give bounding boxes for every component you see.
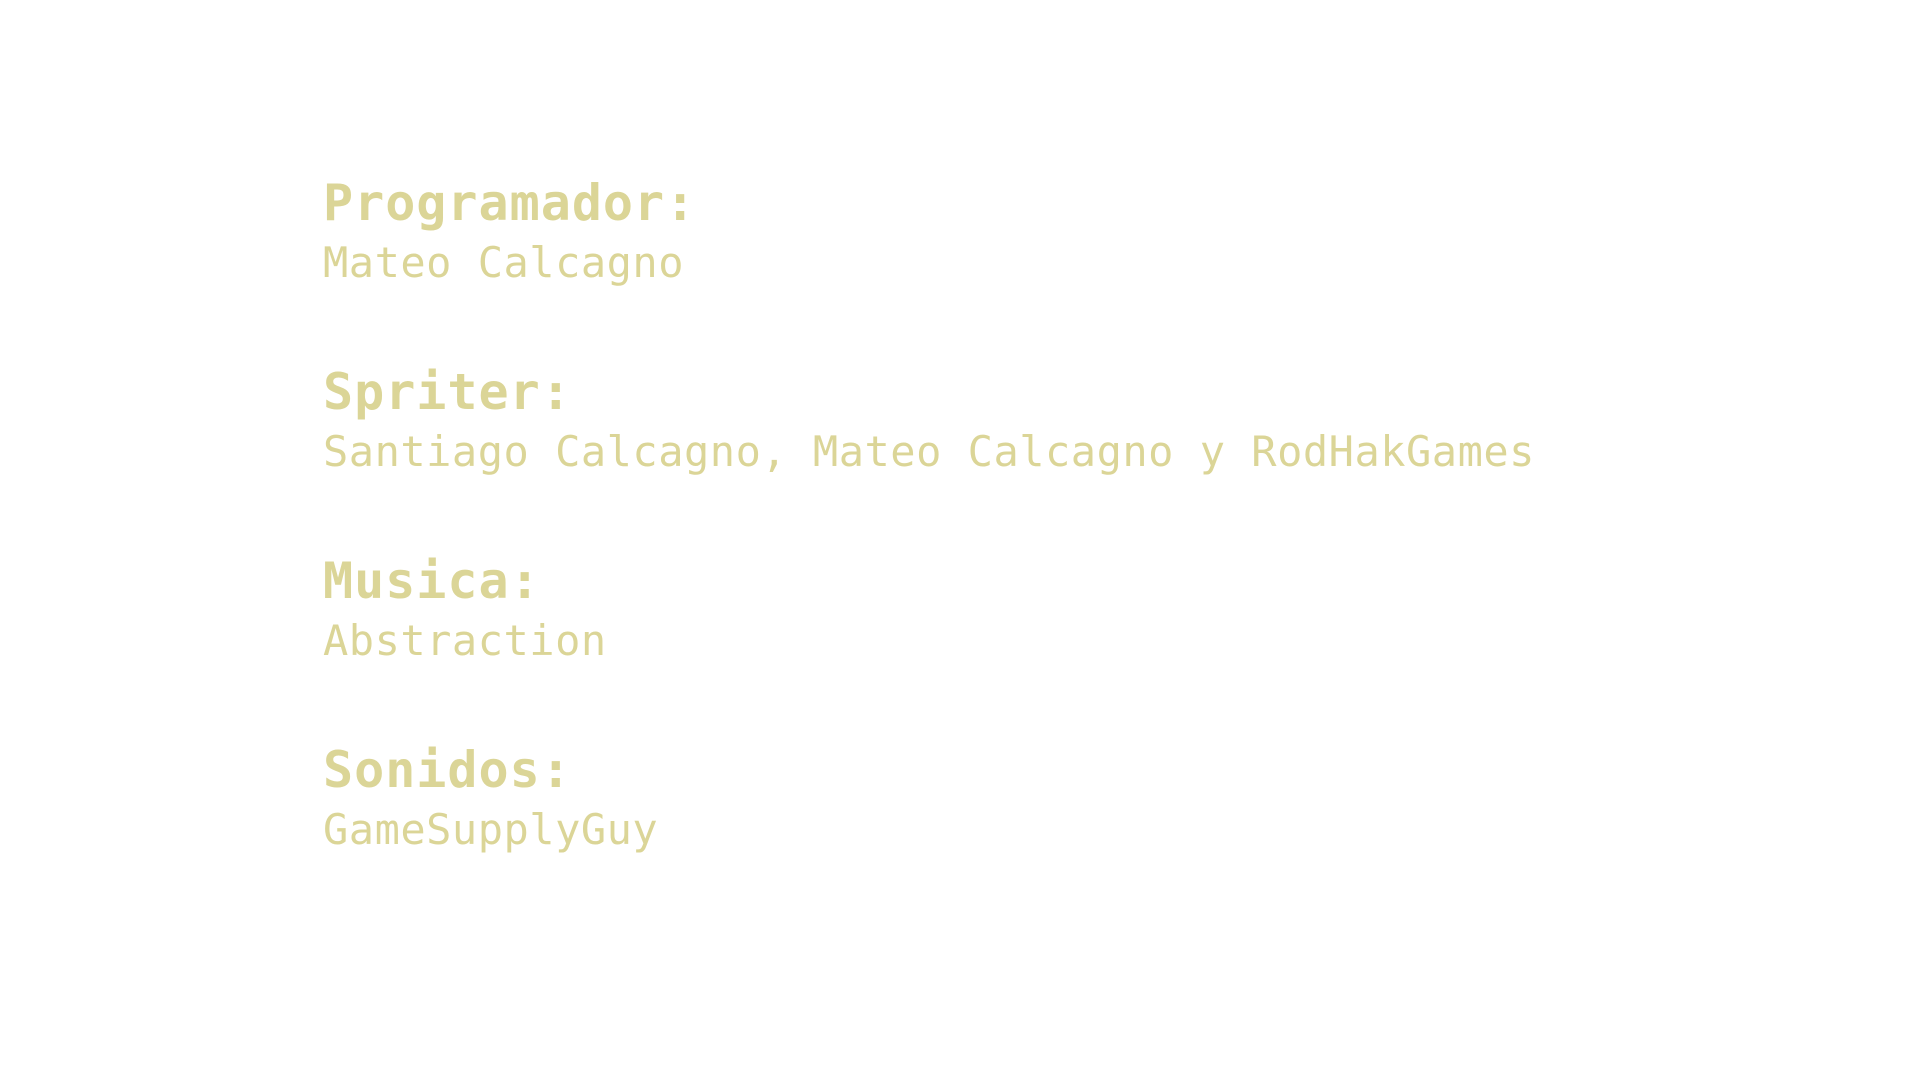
credit-role-programmer: Programador: [323,174,697,232]
credit-role-spriter: Spriter: [323,363,572,421]
credit-section-sounds: Sonidos: GameSupplyGuy [323,739,1823,928]
credit-names-sounds: GameSupplyGuy [323,805,659,854]
credit-role-sounds: Sonidos: [323,741,572,799]
credits-list: Programador: Mateo Calcagno Spriter: San… [323,172,1823,928]
credit-section-spriter: Spriter: Santiago Calcagno, Mateo Calcag… [323,361,1823,550]
credits-screen: Programador: Mateo Calcagno Spriter: San… [0,0,1920,1080]
credit-names-programmer: Mateo Calcagno [323,238,685,287]
credit-section-music: Musica: Abstraction [323,550,1823,739]
credit-role-music: Musica: [323,552,541,610]
credit-names-music: Abstraction [323,616,607,665]
credit-names-spriter: Santiago Calcagno, Mateo Calcagno y RodH… [323,427,1535,476]
credit-section-programmer: Programador: Mateo Calcagno [323,172,1823,361]
